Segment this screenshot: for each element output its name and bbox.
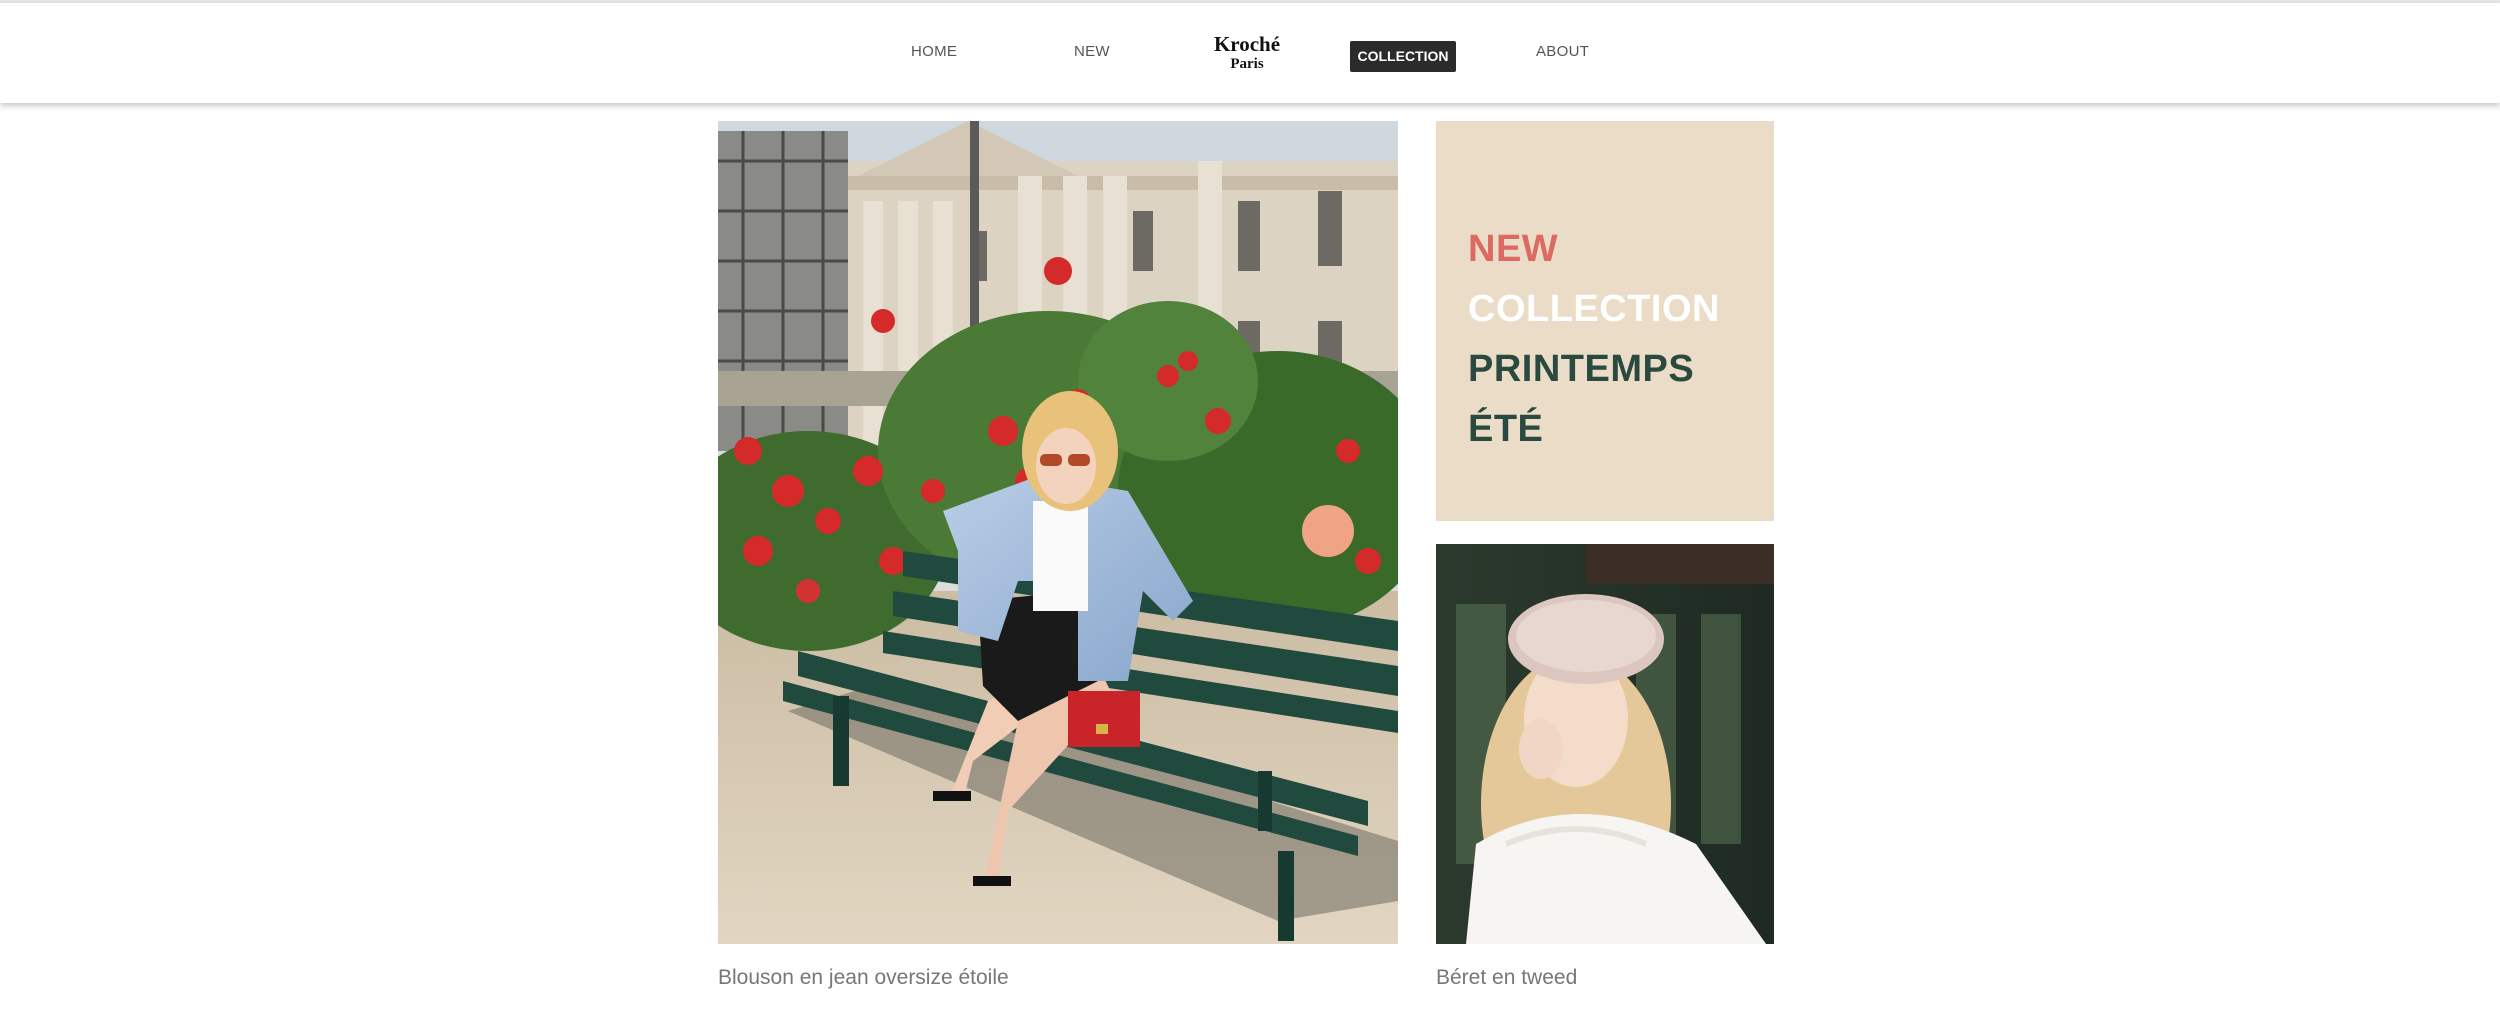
nav-collection-link[interactable]: COLLECTION [1350, 41, 1456, 72]
photo-beret-model [1436, 544, 1774, 944]
product-photo-denim-jacket[interactable] [718, 121, 1398, 944]
brand-logo[interactable]: Kroché Paris [1212, 32, 1282, 73]
logo-city: Paris [1230, 56, 1264, 73]
nav-home-link[interactable]: HOME [911, 43, 957, 60]
new-collection-banner[interactable]: NEW COLLECTION PRINTEMPS ÉTÉ [1436, 121, 1774, 521]
nav-new-link[interactable]: NEW [1074, 43, 1110, 60]
promo-line-printemps: PRINTEMPS [1468, 348, 1695, 390]
promo-line-new: NEW [1468, 228, 1559, 270]
product-photo-tweed-beret[interactable] [1436, 544, 1774, 944]
product-caption-tweed-beret[interactable]: Béret en tweed [1436, 966, 1577, 990]
photo-bench-scene [718, 121, 1398, 944]
promo-line-collection: COLLECTION [1468, 288, 1720, 330]
nav-about-link[interactable]: ABOUT [1536, 43, 1589, 60]
product-caption-denim-jacket[interactable]: Blouson en jean oversize étoile [718, 966, 1009, 990]
site-header: HOME NEW Kroché Paris COLLECTION ABOUT [0, 3, 2500, 103]
logo-wordmark: Kroché [1213, 32, 1281, 56]
promo-line-ete: ÉTÉ [1468, 408, 1544, 450]
